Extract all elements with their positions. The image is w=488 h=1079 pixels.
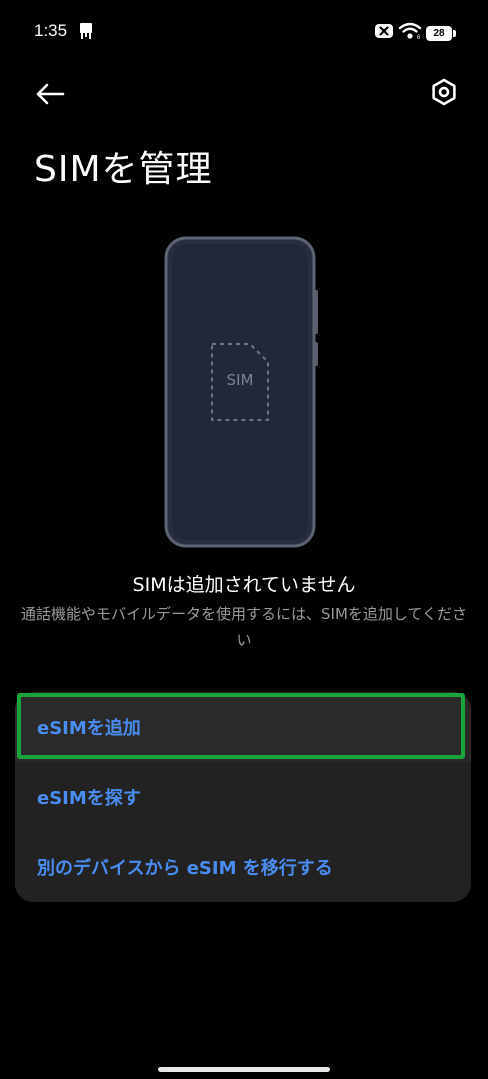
status-bar: 1:35 6 28 bbox=[0, 0, 488, 64]
settings-hexagon-icon bbox=[432, 78, 456, 106]
screen: 1:35 6 28 SIMを管理 SIM SIMは追加されていません 通話機能や… bbox=[0, 0, 488, 1079]
status-time: 1:35 bbox=[34, 21, 68, 40]
phone-illustration: SIM bbox=[164, 236, 324, 548]
empty-state-description: 通話機能やモバイルデータを使用するには、SIMを追加してください bbox=[21, 605, 467, 649]
arrow-left-icon bbox=[36, 83, 65, 105]
svg-text:6: 6 bbox=[417, 35, 421, 40]
empty-state-title: SIMは追加されていません bbox=[132, 574, 356, 596]
home-indicator[interactable] bbox=[158, 1067, 330, 1072]
options-card: eSIMを追加 eSIMを探す 別のデバイスから eSIM を移行する bbox=[15, 692, 471, 902]
status-icons: 6 28 bbox=[374, 22, 456, 44]
settings-button[interactable] bbox=[422, 70, 466, 114]
add-esim-button[interactable]: eSIMを追加 bbox=[15, 692, 471, 762]
find-esim-button[interactable]: eSIMを探す bbox=[15, 762, 471, 832]
no-sim-icon bbox=[374, 23, 394, 43]
page-title: SIMを管理 bbox=[34, 149, 213, 190]
phone-slot-icon bbox=[78, 22, 94, 40]
wifi-icon: 6 bbox=[398, 22, 422, 44]
transfer-esim-button[interactable]: 別のデバイスから eSIM を移行する bbox=[15, 832, 471, 902]
sim-card-label: SIM bbox=[226, 371, 254, 389]
battery-indicator: 28 bbox=[426, 25, 456, 41]
back-button[interactable] bbox=[28, 72, 72, 116]
